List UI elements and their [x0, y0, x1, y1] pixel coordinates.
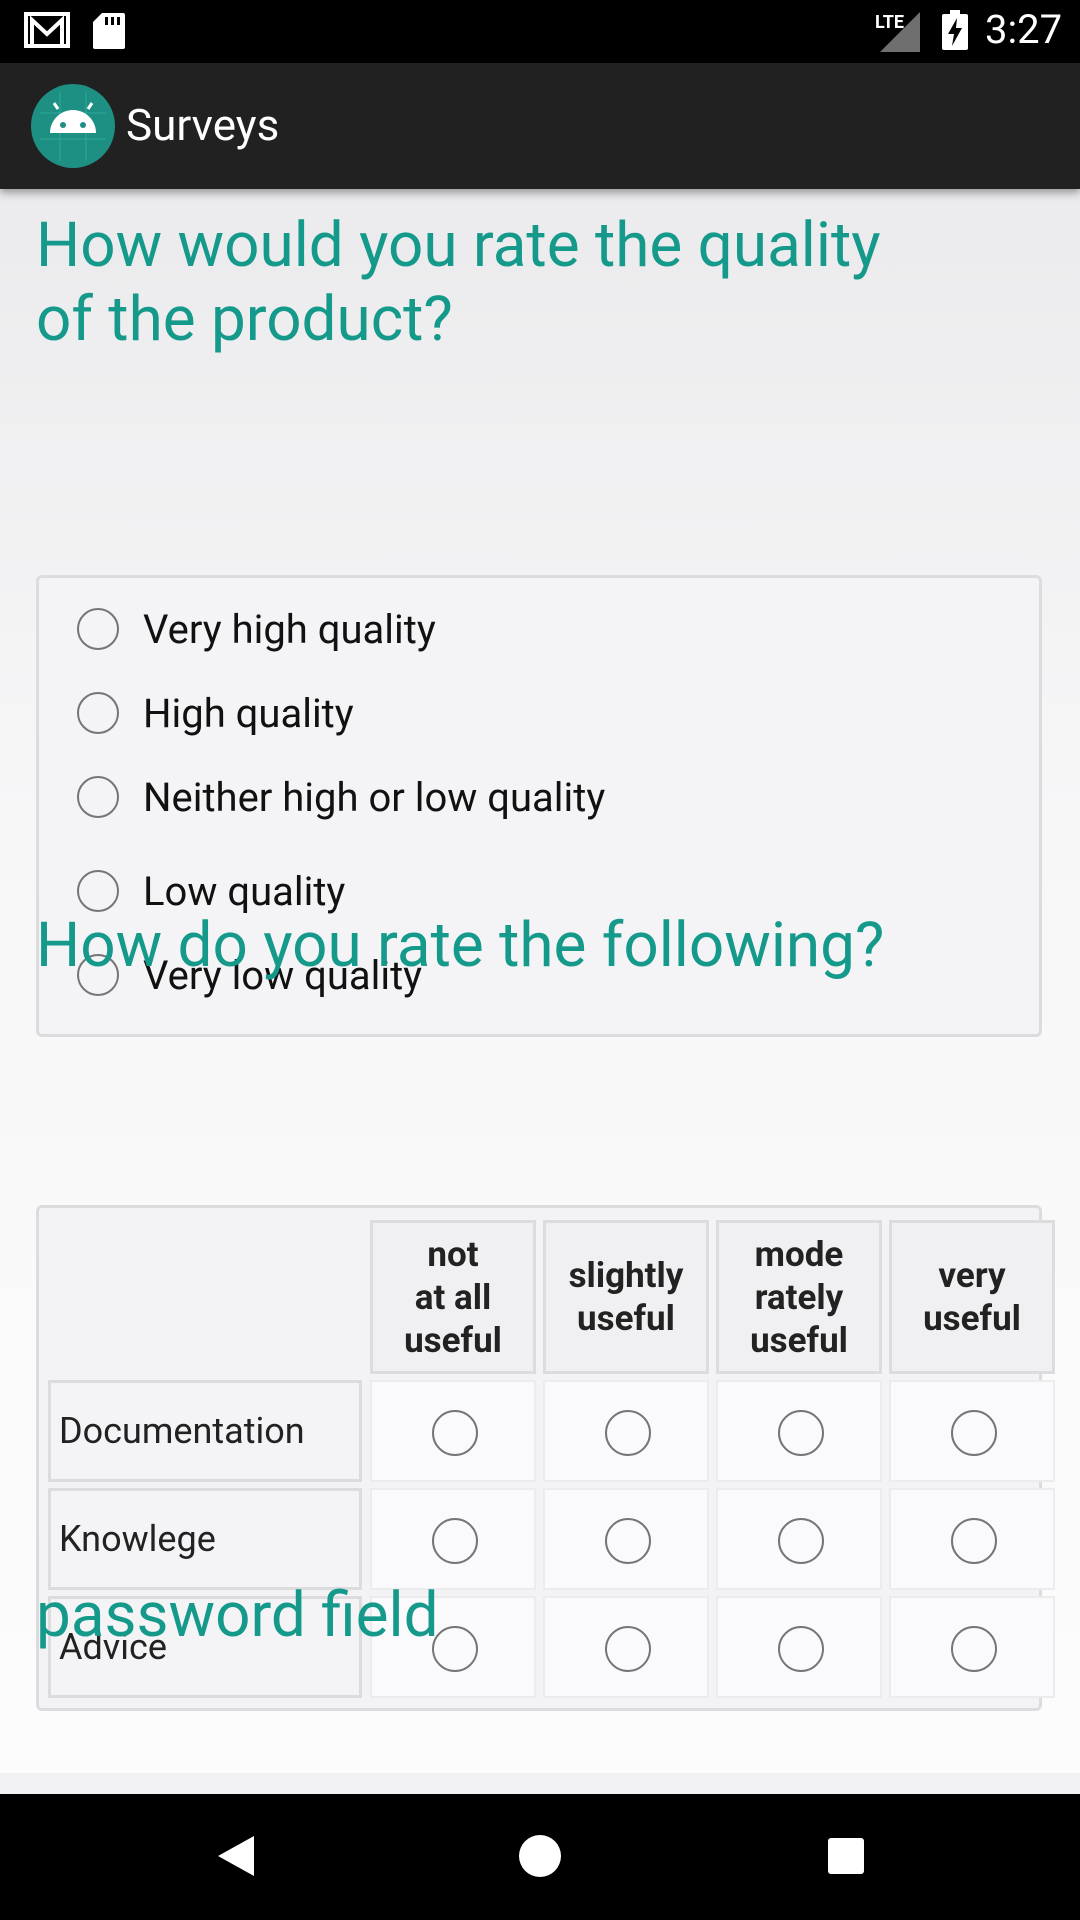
sd-card-icon [93, 13, 125, 49]
status-bar: LTE 3:27 [0, 0, 1080, 63]
column-header: mode rately useful [716, 1220, 882, 1374]
app-bar: Surveys [0, 63, 1080, 189]
signal-icon [880, 12, 920, 52]
radio-button[interactable] [77, 870, 119, 912]
question-title: How do you rate the following? [36, 909, 885, 982]
radio-button[interactable] [432, 1410, 478, 1456]
radio-button[interactable] [605, 1410, 651, 1456]
matrix-cell[interactable] [543, 1380, 709, 1482]
radio-button[interactable] [77, 608, 119, 650]
column-header: not at all useful [370, 1220, 536, 1374]
column-header: very useful [889, 1220, 1055, 1374]
row-header: Knowlege [48, 1488, 362, 1590]
gmail-icon [24, 12, 70, 48]
matrix-cell[interactable] [716, 1488, 882, 1590]
matrix-cell[interactable] [889, 1488, 1055, 1590]
navigation-bar [0, 1794, 1080, 1920]
app-title: Surveys [126, 99, 280, 151]
column-header: slightly useful [543, 1220, 709, 1374]
option-label: Neither high or low quality [143, 774, 606, 821]
matrix-cell[interactable] [370, 1380, 536, 1482]
android-logo-icon [31, 84, 115, 168]
radio-button[interactable] [605, 1518, 651, 1564]
question-title: password field [36, 1579, 439, 1652]
battery-charging-icon [942, 10, 968, 50]
clock: 3:27 [985, 6, 1063, 53]
radio-button[interactable] [432, 1518, 478, 1564]
radio-button[interactable] [951, 1626, 997, 1672]
matrix-cell[interactable] [543, 1488, 709, 1590]
back-icon[interactable] [214, 1832, 258, 1880]
radio-button[interactable] [778, 1518, 824, 1564]
row-header: Documentation [48, 1380, 362, 1482]
radio-button[interactable] [77, 776, 119, 818]
radio-button[interactable] [951, 1410, 997, 1456]
recents-icon[interactable] [824, 1832, 868, 1880]
radio-button[interactable] [778, 1410, 824, 1456]
matrix-cell[interactable] [370, 1488, 536, 1590]
survey-content[interactable]: How would you rate the quality of the pr… [0, 189, 1080, 1773]
question-title: How would you rate the quality of the pr… [36, 209, 881, 356]
option-label: Low quality [143, 868, 346, 915]
home-icon[interactable] [518, 1832, 562, 1880]
option-label: High quality [143, 690, 354, 737]
radio-button[interactable] [77, 692, 119, 734]
matrix-cell[interactable] [716, 1380, 882, 1482]
option-label: Very high quality [143, 606, 436, 653]
matrix-cell[interactable] [889, 1380, 1055, 1482]
radio-button[interactable] [951, 1518, 997, 1564]
